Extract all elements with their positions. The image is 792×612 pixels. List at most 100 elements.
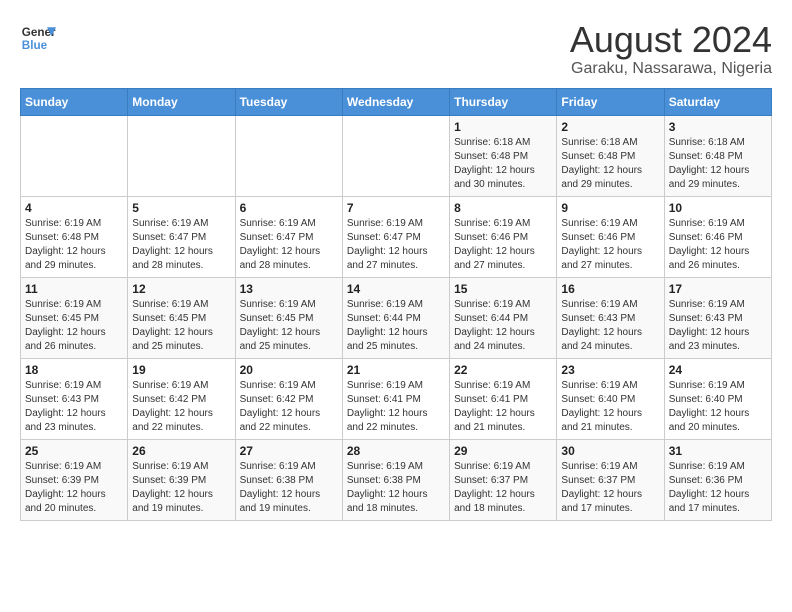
day-info: Sunrise: 6:19 AM Sunset: 6:42 PM Dayligh… [132,379,230,435]
calendar-cell: 31 Sunrise: 6:19 AM Sunset: 6:36 PM Dayli… [664,439,771,520]
day-number: 11 [25,282,123,296]
calendar-table: SundayMondayTuesdayWednesdayThursdayFrid… [20,88,772,521]
day-info: Sunrise: 6:19 AM Sunset: 6:43 PM Dayligh… [25,379,123,435]
day-info: Sunrise: 6:18 AM Sunset: 6:48 PM Dayligh… [561,136,659,192]
day-number: 10 [669,201,767,215]
calendar-cell: 19 Sunrise: 6:19 AM Sunset: 6:42 PM Dayli… [128,358,235,439]
page-subtitle: Garaku, Nassarawa, Nigeria [570,60,772,78]
calendar-cell: 21Sunrise: 6:19 AM Sunset: 6:41 PM Dayli… [342,358,449,439]
day-number: 23 [561,363,659,377]
calendar-cell: 15 Sunrise: 6:19 AM Sunset: 6:44 PM Dayli… [450,277,557,358]
day-number: 6 [240,201,338,215]
day-number: 19 [132,363,230,377]
day-info: Sunrise: 6:19 AM Sunset: 6:48 PM Dayligh… [25,217,123,273]
day-info: Sunrise: 6:19 AM Sunset: 6:37 PM Dayligh… [561,460,659,516]
day-number: 9 [561,201,659,215]
day-number: 8 [454,201,552,215]
calendar-cell: 30 Sunrise: 6:19 AM Sunset: 6:37 PM Dayli… [557,439,664,520]
day-info: Sunrise: 6:19 AM Sunset: 6:44 PM Dayligh… [347,298,445,354]
day-number: 4 [25,201,123,215]
day-header-friday: Friday [557,88,664,115]
day-number: 16 [561,282,659,296]
header: General Blue August 2024 Garaku, Nassara… [20,20,772,78]
day-info: Sunrise: 6:18 AM Sunset: 6:48 PM Dayligh… [669,136,767,192]
day-info: Sunrise: 6:19 AM Sunset: 6:37 PM Dayligh… [454,460,552,516]
calendar-cell [342,115,449,196]
day-header-sunday: Sunday [21,88,128,115]
day-info: Sunrise: 6:19 AM Sunset: 6:40 PM Dayligh… [669,379,767,435]
calendar-cell: 10 Sunrise: 6:19 AM Sunset: 6:46 PM Dayli… [664,196,771,277]
calendar-cell: 25Sunrise: 6:19 AM Sunset: 6:39 PM Dayli… [21,439,128,520]
calendar-cell: 17Sunrise: 6:19 AM Sunset: 6:43 PM Dayli… [664,277,771,358]
calendar-cell: 6 Sunrise: 6:19 AM Sunset: 6:47 PM Daylig… [235,196,342,277]
calendar-cell: 14 Sunrise: 6:19 AM Sunset: 6:44 PM Dayli… [342,277,449,358]
calendar-cell: 1 Sunrise: 6:18 AM Sunset: 6:48 PM Daylig… [450,115,557,196]
day-info: Sunrise: 6:19 AM Sunset: 6:41 PM Dayligh… [347,379,445,435]
calendar-cell: 9 Sunrise: 6:19 AM Sunset: 6:46 PM Daylig… [557,196,664,277]
calendar-cell: 20Sunrise: 6:19 AM Sunset: 6:42 PM Dayli… [235,358,342,439]
calendar-cell: 18 Sunrise: 6:19 AM Sunset: 6:43 PM Dayli… [21,358,128,439]
day-number: 7 [347,201,445,215]
calendar-cell: 13 Sunrise: 6:19 AM Sunset: 6:45 PM Dayli… [235,277,342,358]
day-info: Sunrise: 6:19 AM Sunset: 6:45 PM Dayligh… [240,298,338,354]
day-info: Sunrise: 6:19 AM Sunset: 6:47 PM Dayligh… [347,217,445,273]
title-block: August 2024 Garaku, Nassarawa, Nigeria [570,20,772,78]
calendar-cell: 12 Sunrise: 6:19 AM Sunset: 6:45 PM Dayli… [128,277,235,358]
calendar-cell: 27Sunrise: 6:19 AM Sunset: 6:38 PM Dayli… [235,439,342,520]
day-number: 29 [454,444,552,458]
week-row-1: 1 Sunrise: 6:18 AM Sunset: 6:48 PM Daylig… [21,115,772,196]
calendar-cell: 7 Sunrise: 6:19 AM Sunset: 6:47 PM Daylig… [342,196,449,277]
day-info: Sunrise: 6:19 AM Sunset: 6:42 PM Dayligh… [240,379,338,435]
day-number: 28 [347,444,445,458]
day-header-thursday: Thursday [450,88,557,115]
day-info: Sunrise: 6:19 AM Sunset: 6:46 PM Dayligh… [561,217,659,273]
logo-icon: General Blue [20,20,56,56]
calendar-cell: 11 Sunrise: 6:19 AM Sunset: 6:45 PM Dayli… [21,277,128,358]
day-header-saturday: Saturday [664,88,771,115]
day-header-wednesday: Wednesday [342,88,449,115]
day-number: 1 [454,120,552,134]
day-number: 14 [347,282,445,296]
logo: General Blue [20,20,56,56]
day-info: Sunrise: 6:19 AM Sunset: 6:43 PM Dayligh… [561,298,659,354]
day-header-monday: Monday [128,88,235,115]
day-info: Sunrise: 6:19 AM Sunset: 6:46 PM Dayligh… [669,217,767,273]
day-number: 3 [669,120,767,134]
day-number: 18 [25,363,123,377]
day-info: Sunrise: 6:19 AM Sunset: 6:47 PM Dayligh… [132,217,230,273]
day-number: 30 [561,444,659,458]
calendar-cell: 3 Sunrise: 6:18 AM Sunset: 6:48 PM Daylig… [664,115,771,196]
week-row-4: 18 Sunrise: 6:19 AM Sunset: 6:43 PM Dayli… [21,358,772,439]
day-info: Sunrise: 6:19 AM Sunset: 6:47 PM Dayligh… [240,217,338,273]
day-number: 12 [132,282,230,296]
day-number: 26 [132,444,230,458]
day-number: 15 [454,282,552,296]
day-info: Sunrise: 6:19 AM Sunset: 6:39 PM Dayligh… [25,460,123,516]
svg-text:Blue: Blue [22,39,48,52]
day-info: Sunrise: 6:19 AM Sunset: 6:45 PM Dayligh… [132,298,230,354]
day-number: 13 [240,282,338,296]
calendar-cell [128,115,235,196]
day-info: Sunrise: 6:19 AM Sunset: 6:45 PM Dayligh… [25,298,123,354]
day-header-tuesday: Tuesday [235,88,342,115]
day-number: 31 [669,444,767,458]
calendar-cell [21,115,128,196]
day-info: Sunrise: 6:19 AM Sunset: 6:36 PM Dayligh… [669,460,767,516]
day-info: Sunrise: 6:19 AM Sunset: 6:38 PM Dayligh… [240,460,338,516]
week-row-2: 4 Sunrise: 6:19 AM Sunset: 6:48 PM Daylig… [21,196,772,277]
day-number: 24 [669,363,767,377]
week-row-5: 25Sunrise: 6:19 AM Sunset: 6:39 PM Dayli… [21,439,772,520]
day-info: Sunrise: 6:19 AM Sunset: 6:44 PM Dayligh… [454,298,552,354]
day-info: Sunrise: 6:19 AM Sunset: 6:40 PM Dayligh… [561,379,659,435]
calendar-cell: 24 Sunrise: 6:19 AM Sunset: 6:40 PM Dayli… [664,358,771,439]
calendar-cell: 23 Sunrise: 6:19 AM Sunset: 6:40 PM Dayli… [557,358,664,439]
calendar-cell: 26 Sunrise: 6:19 AM Sunset: 6:39 PM Dayli… [128,439,235,520]
day-info: Sunrise: 6:19 AM Sunset: 6:38 PM Dayligh… [347,460,445,516]
day-info: Sunrise: 6:19 AM Sunset: 6:39 PM Dayligh… [132,460,230,516]
day-info: Sunrise: 6:19 AM Sunset: 6:43 PM Dayligh… [669,298,767,354]
day-info: Sunrise: 6:19 AM Sunset: 6:46 PM Dayligh… [454,217,552,273]
calendar-cell: 5 Sunrise: 6:19 AM Sunset: 6:47 PM Daylig… [128,196,235,277]
day-info: Sunrise: 6:18 AM Sunset: 6:48 PM Dayligh… [454,136,552,192]
day-number: 5 [132,201,230,215]
page-title: August 2024 [570,20,772,60]
